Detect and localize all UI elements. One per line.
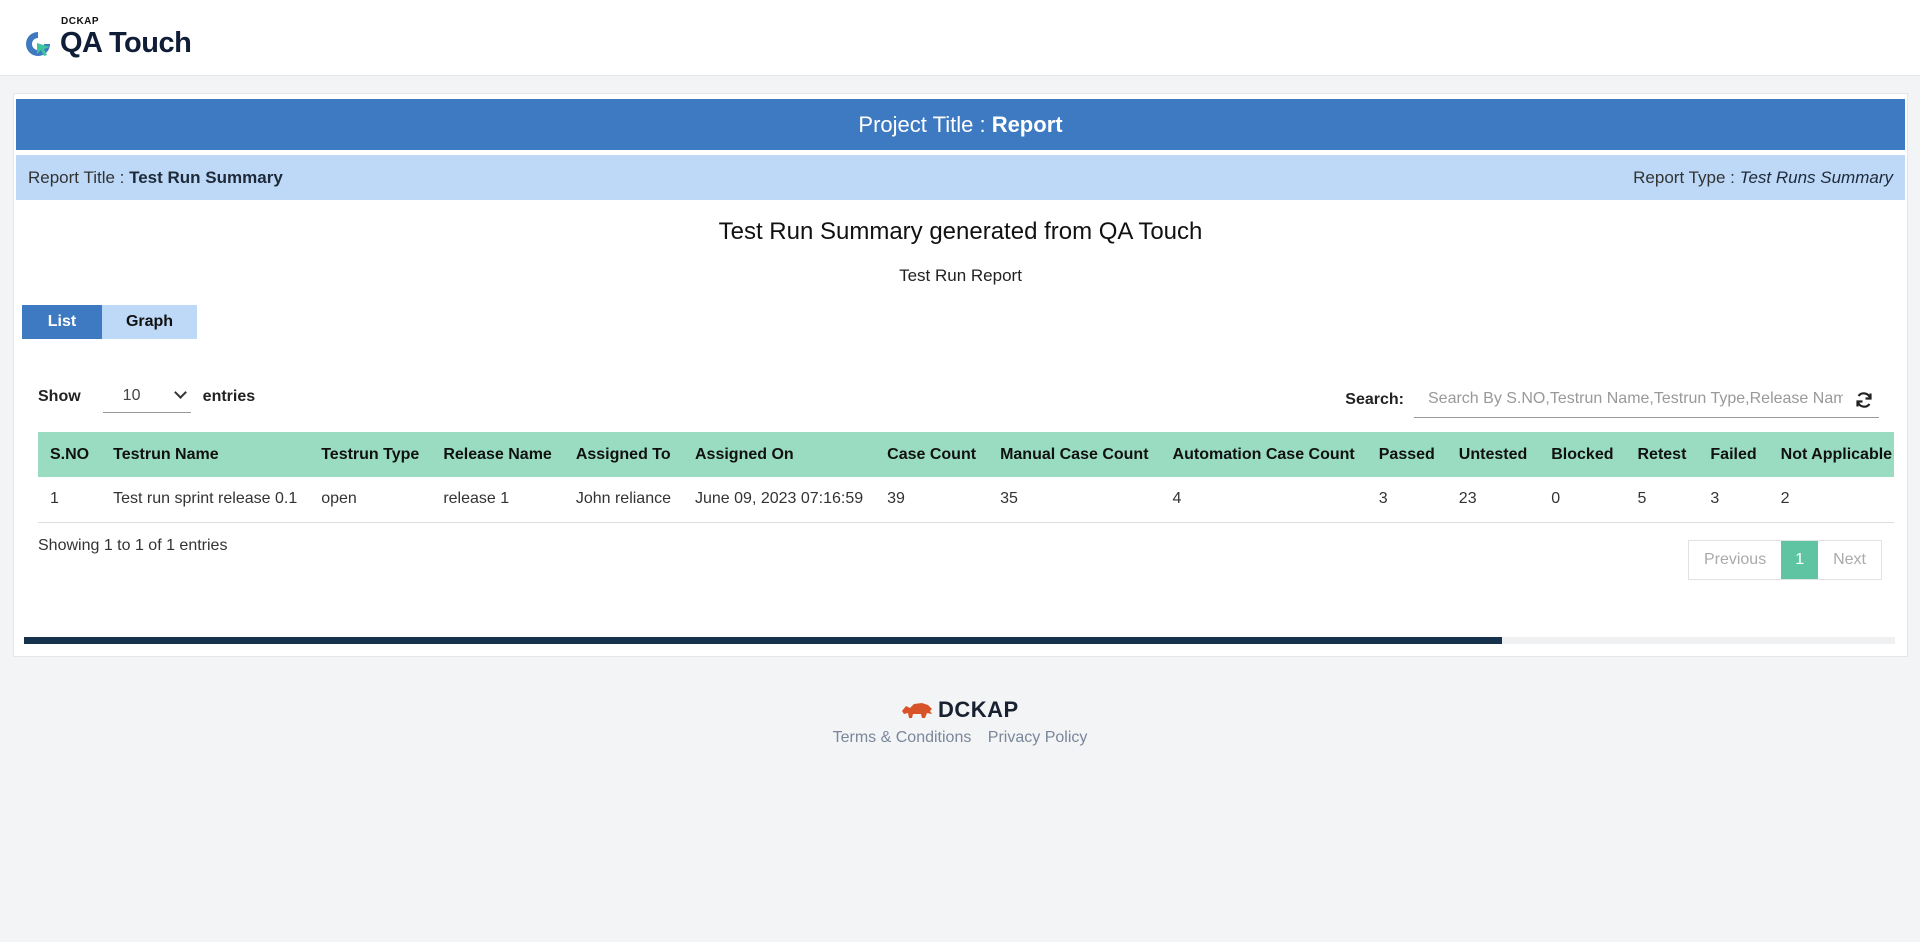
column-header[interactable]: Automation Case Count [1161,432,1367,477]
table-cell: 35 [1000,490,1018,508]
table-cell: 4 [1172,490,1182,508]
column-header[interactable]: Testrun Type [309,432,431,477]
report-subheading: Test Run Report [899,266,1022,285]
table-cell: 3 [1710,490,1720,508]
report-type-label: Report Type : [1633,168,1740,187]
column-header[interactable]: Testrun Name [101,432,309,477]
entries-per-page-value: 10 [122,387,141,404]
column-header[interactable]: Manual Case Count [988,432,1160,477]
column-header[interactable]: Retest [1626,432,1699,477]
column-header[interactable]: Untested [1447,432,1539,477]
project-title-label: Project Title : [858,112,992,137]
search-label: Search: [1345,390,1404,408]
next-button[interactable]: Next [1818,541,1881,579]
report-type: Report Type : Test Runs Summary [1633,168,1893,188]
table-cell: Test run sprint release 0.1 [113,490,298,508]
pagination: Previous 1 Next [1687,540,1882,580]
table-body: 1 Test run sprint release 0.1 open release … [38,477,1894,522]
project-title-bar: Project Title : Report [16,99,1905,150]
horizontal-scrollbar[interactable] [24,637,1895,644]
table-cell: release 1 [443,490,510,508]
project-title-value: Report [991,112,1063,137]
column-header[interactable]: Not Applicable [1769,432,1894,477]
column-header[interactable]: Passed [1367,432,1447,477]
qa-touch-logo-icon [26,32,50,56]
report-card: Project Title : Report Report Title : Te… [13,93,1908,657]
page-1-button[interactable]: 1 [1781,541,1819,579]
table-header-row: S.NO Testrun Name Testrun Type Release Name… [38,432,1894,477]
report-type-value: Test Runs Summary [1739,168,1893,187]
table-cell: John reliance [575,490,671,508]
rhino-logo-icon [902,703,932,718]
column-header[interactable]: Release Name [431,432,564,477]
scrollbar-thumb[interactable] [24,637,1503,644]
privacy-link[interactable]: Privacy Policy [988,729,1088,746]
table-cell: 23 [1458,490,1477,508]
table-cell: 1 [50,490,59,508]
report-title: Report Title : Test Run Summary [28,168,283,188]
report-info-bar: Report Title : Test Run Summary Report T… [16,155,1905,200]
table-cell: 5 [1637,490,1647,508]
entries-label: entries [202,388,256,405]
terms-link[interactable]: Terms & Conditions [833,729,972,746]
table-cell: June 09, 2023 07:16:59 [695,490,864,508]
table-cell: 2 [1780,490,1790,508]
column-header[interactable]: Assigned On [683,432,875,477]
report-heading: Test Run Summary generated from QA Touch [718,218,1203,245]
brand-small: DCKAP [61,16,100,27]
table-cell: 39 [887,490,905,508]
footer-logo-text: DCKAP [938,697,1019,722]
testrun-table-wrapper[interactable]: S.NO Testrun Name Testrun Type Release Name… [38,432,1894,524]
search-area: Search: [1345,381,1879,418]
footer-links: Terms & Conditions Privacy Policy [0,729,1920,747]
column-header[interactable]: Assigned To [564,432,683,477]
search-input[interactable] [1414,381,1879,418]
report-title-label: Report Title : [28,168,130,187]
testrun-table: S.NO Testrun Name Testrun Type Release Name… [38,432,1894,523]
tab-list[interactable]: List [22,305,102,339]
view-tabs: List Graph [22,305,197,339]
column-header[interactable]: Case Count [875,432,988,477]
report-title-value: Test Run Summary [129,168,283,187]
table-cell: 3 [1378,490,1388,508]
previous-button[interactable]: Previous [1689,541,1781,579]
column-header[interactable]: Blocked [1539,432,1625,477]
table-cell: open [321,490,357,508]
top-header: DCKAP QA Touch [0,0,1920,76]
table-cell: 0 [1551,490,1561,508]
tab-graph[interactable]: Graph [102,305,197,339]
showing-entries-text: Showing 1 to 1 of 1 entries [38,537,228,554]
column-header[interactable]: Failed [1698,432,1768,477]
refresh-icon[interactable] [1855,391,1873,409]
column-header[interactable]: S.NO [38,432,101,477]
brand-name: QA Touch [60,27,192,59]
show-label: Show [38,388,81,405]
table-row[interactable]: 1 Test run sprint release 0.1 open release … [38,477,1894,522]
entries-per-page-select[interactable]: 10 [102,381,191,413]
dckap-footer-logo[interactable]: DCKAP [900,697,1019,723]
show-entries: Show 10 entries [38,381,255,413]
chevron-down-icon [173,386,187,399]
